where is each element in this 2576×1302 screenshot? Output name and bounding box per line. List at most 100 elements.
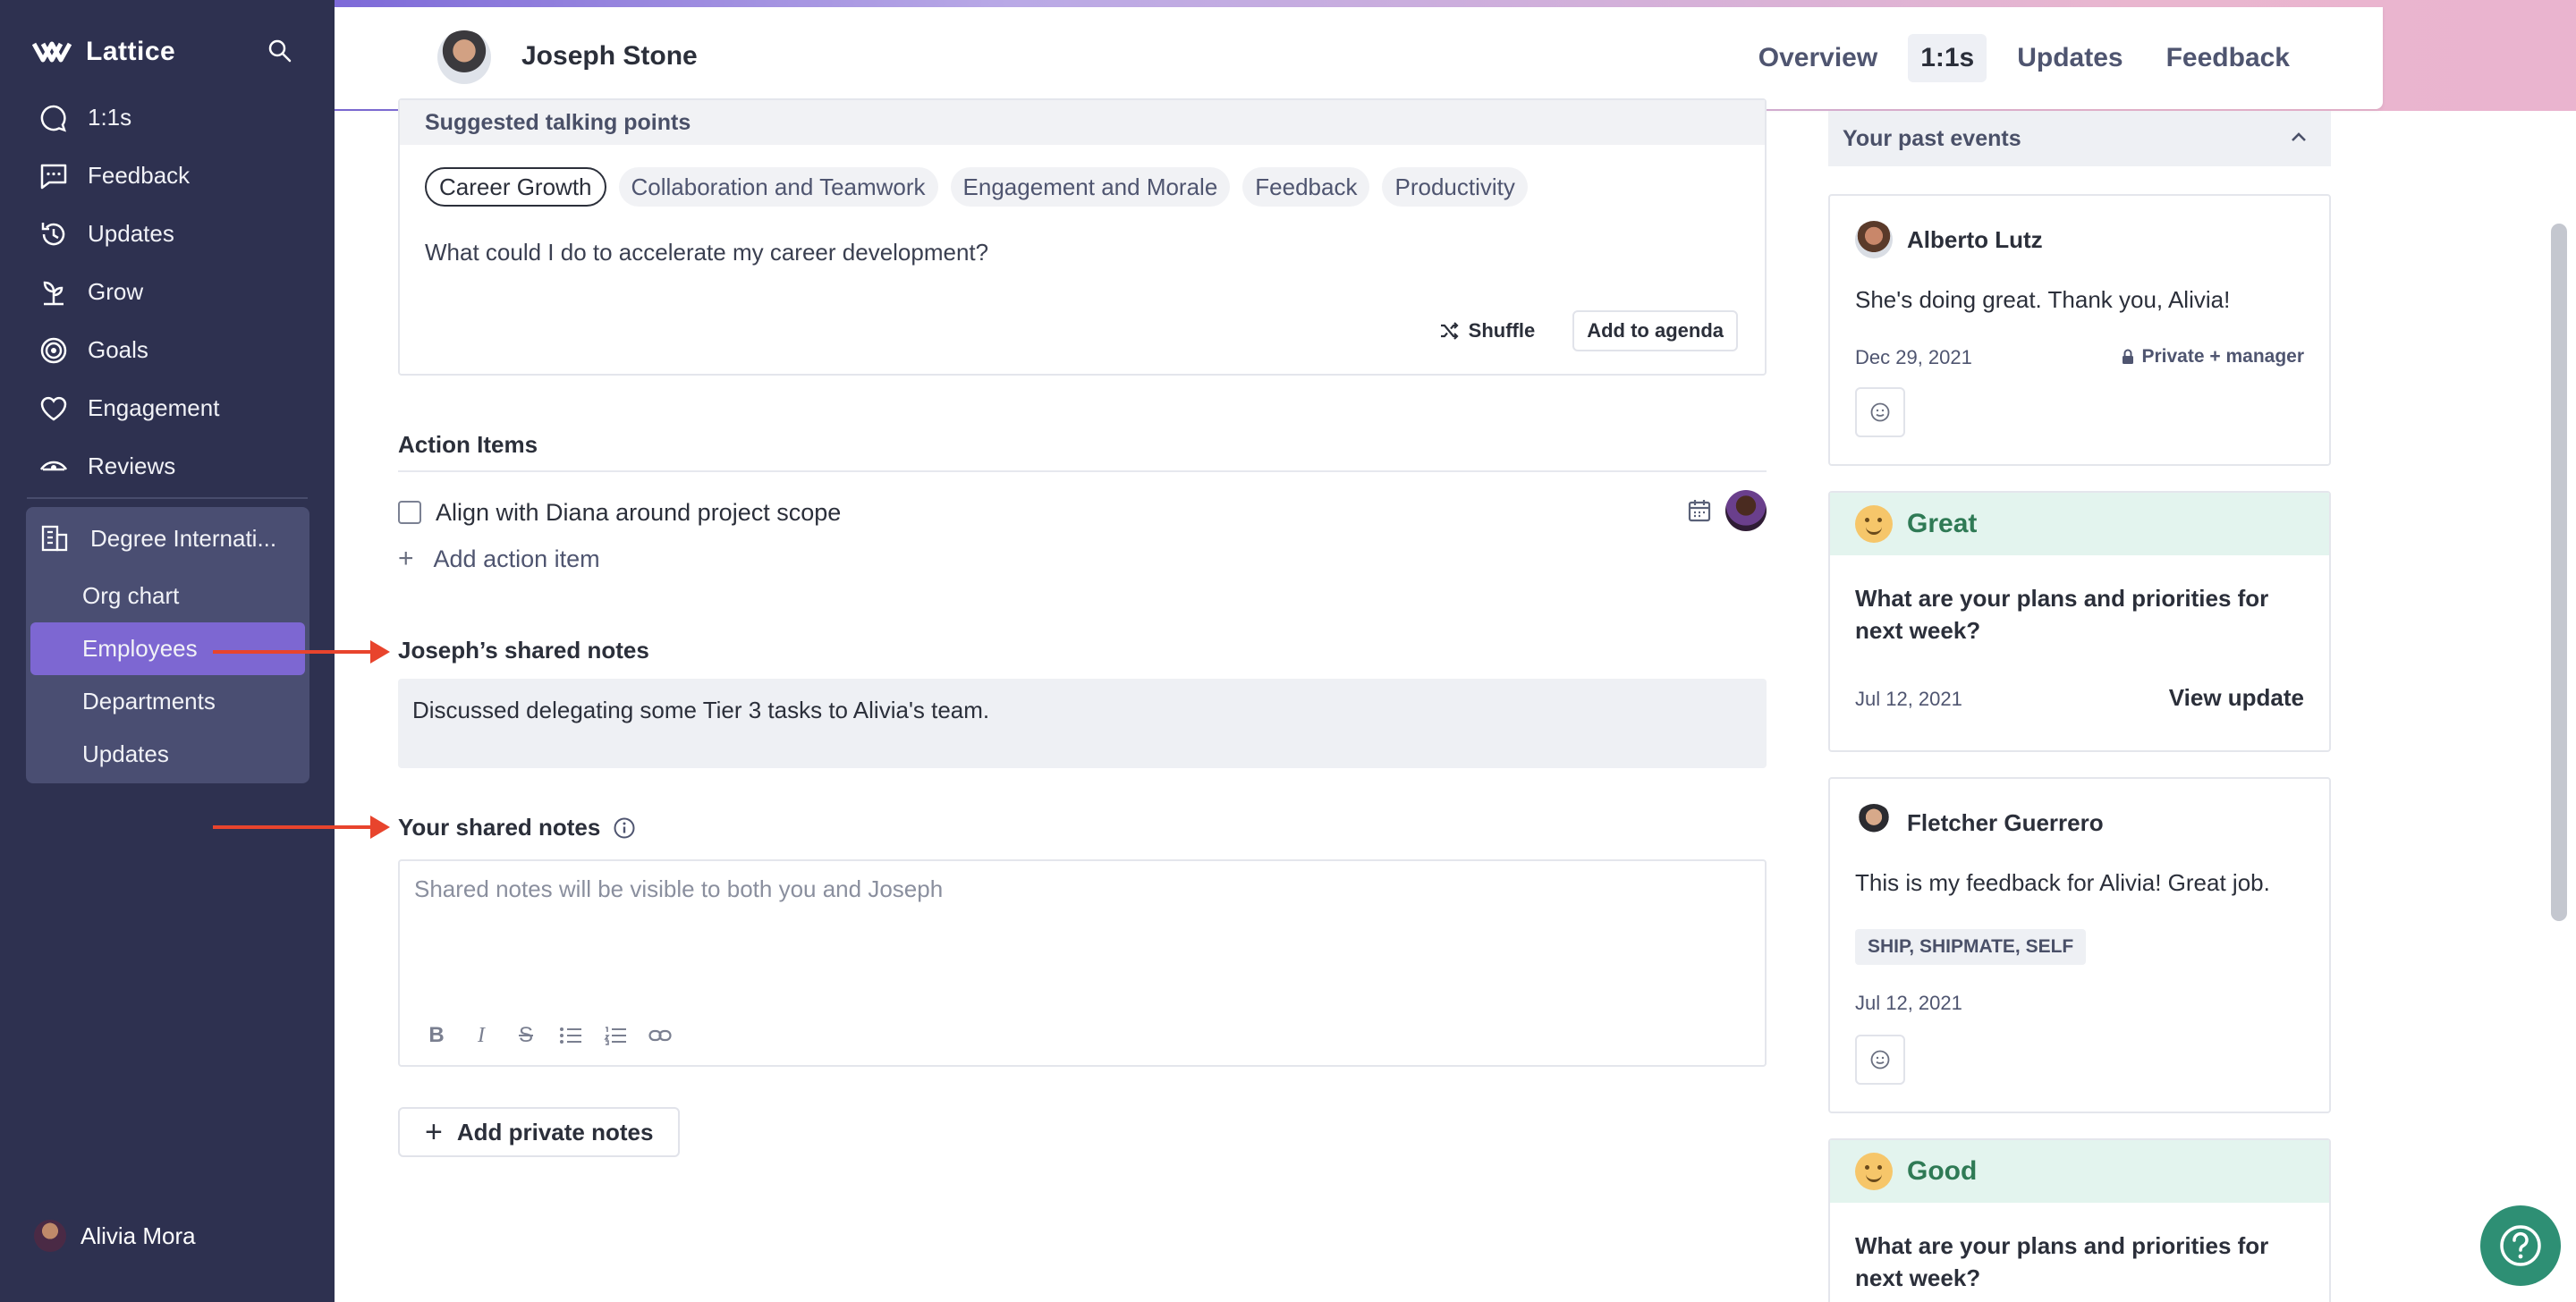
current-user[interactable]: Alivia Mora [34, 1220, 196, 1252]
event-author: Fletcher Guerrero [1855, 804, 2104, 841]
org-name: Degree Internati... [90, 524, 277, 552]
lock-icon [2123, 349, 2134, 364]
past-event-card: Good What are your plans and priorities … [1828, 1138, 2331, 1302]
topic-chip[interactable]: Collaboration and Teamwork [618, 167, 938, 207]
topic-chip[interactable]: Feedback [1242, 167, 1370, 207]
add-action-item-label: Add action item [433, 545, 600, 572]
feedback-message-icon [38, 160, 70, 192]
past-events-title: Your past events [1843, 125, 2021, 151]
tab-1on1s[interactable]: 1:1s [1908, 34, 1987, 82]
add-private-notes-label: Add private notes [456, 1118, 654, 1146]
bold-icon[interactable]: B [423, 1022, 450, 1049]
sidebar-item-label: Goals [88, 336, 148, 363]
user-name: Alivia Mora [80, 1222, 196, 1249]
shuffle-icon [1440, 322, 1459, 340]
topic-chip[interactable]: Career Growth [425, 167, 606, 207]
update-question: What are your plans and priorities for n… [1855, 585, 2269, 644]
sidebar-divider [27, 497, 308, 499]
talking-point-question: What could I do to accelerate my career … [425, 239, 989, 266]
action-item-text[interactable]: Align with Diana around project scope [436, 499, 841, 527]
sidebar-item-departments[interactable]: Departments [26, 675, 309, 728]
scrollbar[interactable] [2551, 224, 2567, 921]
info-icon[interactable] [613, 816, 636, 840]
sidebar-item-label: Feedback [88, 162, 191, 189]
sidebar-item-1on1s[interactable]: 1:1s [0, 89, 335, 147]
add-to-agenda-button[interactable]: Add to agenda [1572, 310, 1738, 351]
talking-point-actions: Shuffle Add to agenda [1426, 310, 1738, 351]
sidebar-item-updates[interactable]: Updates [0, 205, 335, 263]
sidebar-item-org-updates[interactable]: Updates [26, 728, 309, 781]
talking-points-card: Suggested talking points Career Growth C… [398, 98, 1767, 376]
logo[interactable]: Lattice [32, 32, 302, 72]
sidebar-item-org[interactable]: Degree Internati... [26, 507, 309, 570]
tab-updates[interactable]: Updates [2004, 34, 2135, 82]
search-icon[interactable] [267, 38, 293, 64]
updates-clock-icon [38, 218, 70, 250]
numbered-list-icon[interactable] [602, 1022, 629, 1049]
avatar [1855, 804, 1893, 841]
smile-face-icon [1855, 1153, 1893, 1190]
past-events-header[interactable]: Your past events [1828, 111, 2331, 166]
talking-points-title: Suggested talking points [425, 109, 691, 135]
org-section: Degree Internati... Org chart Employees … [26, 507, 309, 783]
assignee-avatar[interactable] [1725, 490, 1767, 531]
action-item-checkbox[interactable] [398, 501, 421, 524]
sidebar-item-feedback[interactable]: Feedback [0, 147, 335, 205]
josephs-notes-content: Discussed delegating some Tier 3 tasks t… [398, 679, 1767, 768]
mood-header: Great [1830, 493, 2329, 555]
avatar [437, 30, 491, 84]
sidebar-item-label: 1:1s [88, 104, 132, 131]
add-reaction-button[interactable] [1855, 1035, 1905, 1085]
emoji-icon [1870, 1050, 1890, 1070]
app-name: Lattice [86, 37, 176, 66]
event-date: Dec 29, 2021 [1855, 346, 1972, 368]
talking-points-header: Suggested talking points [400, 100, 1765, 145]
sidebar-item-engagement[interactable]: Engagement [0, 379, 335, 437]
chat-bubble-icon [38, 102, 70, 134]
topic-chip[interactable]: Engagement and Morale [950, 167, 1231, 207]
building-icon [41, 525, 68, 552]
sidebar-item-label: Updates [88, 220, 174, 247]
mood-header: Good [1830, 1140, 2329, 1203]
annotation-arrow [213, 640, 390, 664]
shared-notes-input[interactable] [400, 861, 1765, 995]
event-date: Jul 12, 2021 [1855, 688, 1962, 710]
topic-chip[interactable]: Productivity [1382, 167, 1528, 207]
strikethrough-icon[interactable]: S [513, 1022, 539, 1049]
add-private-notes-button[interactable]: + Add private notes [398, 1107, 681, 1157]
sidebar-item-label: Grow [88, 278, 144, 305]
view-update-link[interactable]: View update [2169, 684, 2304, 712]
tab-overview[interactable]: Overview [1746, 34, 1890, 82]
shuffle-button[interactable]: Shuffle [1426, 312, 1548, 350]
help-question-icon [2500, 1225, 2541, 1266]
event-author: Alberto Lutz [1855, 221, 2043, 258]
calendar-icon[interactable] [1686, 497, 1713, 524]
sidebar-item-org-chart[interactable]: Org chart [26, 570, 309, 622]
add-action-item-button[interactable]: + Add action item [398, 544, 600, 574]
happy-face-icon [1855, 505, 1893, 543]
mood-label: Good [1907, 1156, 1978, 1186]
link-icon[interactable] [647, 1022, 674, 1049]
bullet-list-icon[interactable] [557, 1022, 584, 1049]
chevron-up-icon[interactable] [2288, 127, 2309, 148]
event-text: This is my feedback for Alivia! Great jo… [1855, 869, 2270, 896]
main-nav: 1:1s Feedback Updates Grow Goals Engagem… [0, 89, 335, 495]
event-text: She's doing great. Thank you, Alivia! [1855, 286, 2231, 313]
emoji-icon [1870, 402, 1890, 422]
shared-notes-editor: B I S [398, 859, 1767, 1067]
person-name: Joseph Stone [521, 41, 698, 71]
action-items-title: Action Items [398, 431, 538, 458]
plus-icon: + [398, 544, 414, 573]
help-button[interactable] [2480, 1205, 2561, 1286]
avatar [34, 1220, 66, 1252]
tab-feedback[interactable]: Feedback [2154, 34, 2302, 82]
add-reaction-button[interactable] [1855, 387, 1905, 437]
josephs-notes-title: Joseph’s shared notes [398, 637, 649, 664]
sidebar-item-reviews[interactable]: Reviews [0, 437, 335, 495]
sidebar-item-label: Engagement [88, 394, 220, 421]
sidebar-item-grow[interactable]: Grow [0, 263, 335, 321]
italic-icon[interactable]: I [468, 1022, 495, 1049]
sidebar-item-goals[interactable]: Goals [0, 321, 335, 379]
reviews-eye-icon [38, 451, 70, 483]
sidebar-item-employees[interactable]: Employees [30, 622, 305, 675]
